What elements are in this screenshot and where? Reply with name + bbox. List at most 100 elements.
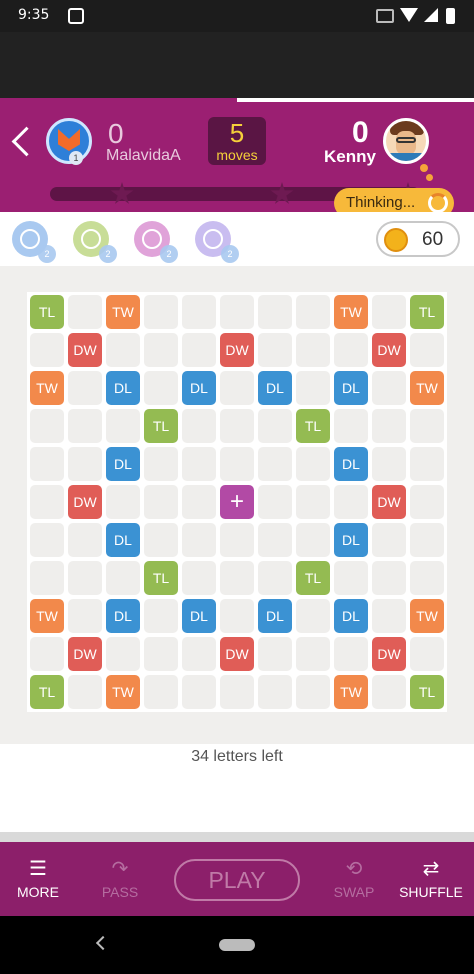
board-cell[interactable]: TW — [410, 599, 444, 633]
board-cell[interactable] — [144, 447, 178, 481]
board-cell[interactable] — [258, 295, 292, 329]
board-cell[interactable] — [144, 333, 178, 367]
board-cell[interactable] — [410, 409, 444, 443]
play-button[interactable]: PLAY — [174, 859, 300, 901]
board-cell[interactable] — [410, 561, 444, 595]
board-cell[interactable]: DW — [68, 637, 102, 671]
board-cell[interactable] — [258, 409, 292, 443]
board-cell[interactable] — [258, 447, 292, 481]
board-cell[interactable]: DL — [334, 371, 368, 405]
board-cell[interactable] — [296, 295, 330, 329]
board-cell[interactable] — [182, 637, 216, 671]
board-cell[interactable] — [30, 523, 64, 557]
board-cell[interactable] — [106, 333, 140, 367]
board-cell[interactable] — [220, 675, 254, 709]
board-cell[interactable] — [68, 599, 102, 633]
board-cell[interactable]: DL — [106, 371, 140, 405]
board-cell[interactable]: DW — [220, 333, 254, 367]
board-cell[interactable] — [144, 637, 178, 671]
board-cell[interactable] — [68, 295, 102, 329]
board-cell[interactable] — [258, 675, 292, 709]
board-cell[interactable]: DL — [258, 371, 292, 405]
board-cell[interactable]: TL — [410, 675, 444, 709]
board-cell[interactable]: DW — [372, 637, 406, 671]
board-cell[interactable]: DL — [334, 599, 368, 633]
board-cell[interactable] — [106, 637, 140, 671]
board-cell[interactable] — [30, 637, 64, 671]
board-cell[interactable] — [372, 599, 406, 633]
board-cell[interactable] — [258, 561, 292, 595]
board-cell[interactable] — [372, 523, 406, 557]
back-button[interactable] — [6, 122, 36, 162]
board-cell[interactable]: TW — [106, 675, 140, 709]
board-cell[interactable] — [296, 485, 330, 519]
board-cell[interactable]: TW — [410, 371, 444, 405]
board-cell[interactable] — [334, 561, 368, 595]
board-cell[interactable] — [144, 371, 178, 405]
player-right-avatar[interactable] — [383, 118, 429, 164]
powerup-swap-eyes[interactable]: 2 — [12, 221, 56, 263]
board-cell[interactable] — [182, 409, 216, 443]
board-cell[interactable] — [68, 409, 102, 443]
board-cell[interactable] — [296, 447, 330, 481]
board-cell[interactable] — [372, 371, 406, 405]
board-cell[interactable]: TW — [334, 675, 368, 709]
board-cell[interactable] — [182, 675, 216, 709]
board-cell[interactable] — [334, 409, 368, 443]
board-cell[interactable] — [334, 333, 368, 367]
board-cell[interactable]: DL — [258, 599, 292, 633]
board-cell[interactable] — [296, 675, 330, 709]
board-cell[interactable] — [68, 675, 102, 709]
board-cell[interactable] — [68, 371, 102, 405]
board-cell[interactable]: DL — [106, 523, 140, 557]
board-cell[interactable] — [106, 561, 140, 595]
board-cell[interactable] — [30, 561, 64, 595]
board-cell[interactable]: TW — [334, 295, 368, 329]
powerup-target[interactable]: 2 — [73, 221, 117, 263]
board-cell[interactable]: TW — [106, 295, 140, 329]
board-cell[interactable] — [372, 675, 406, 709]
board-cell[interactable] — [182, 447, 216, 481]
player-left-avatar[interactable]: 1 — [46, 118, 92, 165]
board-cell[interactable]: DW — [372, 485, 406, 519]
board-cell[interactable] — [220, 409, 254, 443]
board-cell[interactable] — [220, 295, 254, 329]
board-cell[interactable] — [144, 485, 178, 519]
board-cell[interactable] — [372, 409, 406, 443]
board-cell[interactable]: TL — [144, 561, 178, 595]
board-cell[interactable] — [372, 295, 406, 329]
board-cell[interactable] — [258, 485, 292, 519]
board-cell[interactable] — [182, 333, 216, 367]
board-cell[interactable]: DW — [68, 485, 102, 519]
board-cell[interactable] — [296, 599, 330, 633]
board-cell[interactable] — [144, 295, 178, 329]
board-cell[interactable] — [30, 409, 64, 443]
board-cell[interactable]: DL — [106, 447, 140, 481]
board-cell[interactable] — [30, 447, 64, 481]
board-cell[interactable] — [30, 333, 64, 367]
board-cell[interactable]: TL — [296, 561, 330, 595]
board-cell[interactable] — [410, 485, 444, 519]
board-cell[interactable] — [220, 447, 254, 481]
board-cell[interactable]: TL — [30, 675, 64, 709]
coin-balance[interactable]: 60 — [376, 221, 460, 257]
board-cell[interactable] — [410, 637, 444, 671]
board-cell[interactable] — [296, 371, 330, 405]
pass-button[interactable]: ↷ PASS — [92, 858, 148, 900]
board-cell[interactable]: + — [220, 485, 254, 519]
swap-button[interactable]: ⟲ SWAP — [326, 858, 382, 900]
board-cell[interactable] — [372, 561, 406, 595]
board-cell[interactable]: TW — [30, 371, 64, 405]
board-cell[interactable]: DW — [372, 333, 406, 367]
board-cell[interactable]: TL — [30, 295, 64, 329]
board-cell[interactable] — [182, 295, 216, 329]
board-cell[interactable] — [220, 599, 254, 633]
board-cell[interactable]: TL — [296, 409, 330, 443]
board-cell[interactable] — [410, 523, 444, 557]
nav-home-icon[interactable] — [219, 939, 255, 951]
board-cell[interactable] — [258, 523, 292, 557]
board-cell[interactable] — [182, 485, 216, 519]
board-cell[interactable]: DW — [68, 333, 102, 367]
board-cell[interactable] — [144, 675, 178, 709]
board-cell[interactable] — [220, 523, 254, 557]
